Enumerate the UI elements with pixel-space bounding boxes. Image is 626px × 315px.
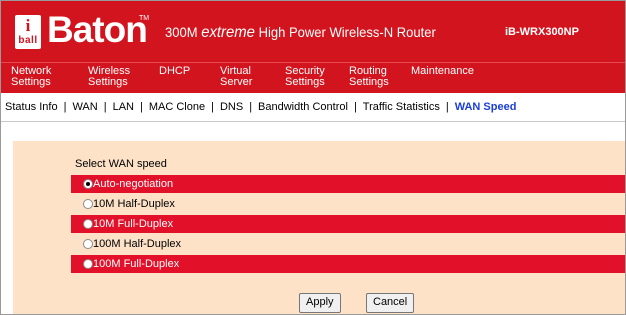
main-navigation: Network Settings Wireless Settings DHCP … bbox=[1, 62, 625, 93]
subnav-status-info[interactable]: Status Info bbox=[5, 101, 58, 113]
option-100m-half-duplex[interactable]: 100M Half-Duplex bbox=[71, 235, 625, 253]
tagline-prefix: 300M bbox=[165, 24, 202, 40]
router-admin-window: i ball Baton TM 300M extreme High Power … bbox=[0, 0, 626, 315]
nav-label-line1: Maintenance bbox=[411, 65, 474, 77]
option-label: 100M Half-Duplex bbox=[93, 238, 182, 250]
radio-10m-half-duplex[interactable] bbox=[83, 199, 93, 209]
subnav-wan-speed[interactable]: WAN Speed bbox=[455, 101, 517, 113]
option-10m-full-duplex[interactable]: 10M Full-Duplex bbox=[71, 215, 625, 233]
nav-wireless-settings[interactable]: Wireless Settings bbox=[88, 66, 130, 88]
subnav-wan[interactable]: WAN bbox=[72, 101, 97, 113]
subnav-separator: | bbox=[249, 101, 253, 113]
nav-label-line2: Settings bbox=[11, 76, 51, 88]
header-banner: i ball Baton TM 300M extreme High Power … bbox=[1, 1, 625, 62]
sub-navigation-links: Status Info | WAN | LAN | MAC Clone | DNS | Bandwi… bbox=[5, 101, 516, 113]
radio-auto-negotiation[interactable] bbox=[83, 179, 93, 189]
product-tagline: 300M extreme High Power Wireless-N Route… bbox=[165, 24, 436, 42]
subnav-separator: | bbox=[139, 101, 143, 113]
nav-routing-settings[interactable]: Routing Settings bbox=[349, 66, 389, 88]
model-number: iB-WRX300NP bbox=[505, 26, 579, 38]
subnav-bandwidth-control[interactable]: Bandwidth Control bbox=[258, 101, 348, 113]
subnav-lan[interactable]: LAN bbox=[113, 101, 134, 113]
option-label: 10M Full-Duplex bbox=[93, 218, 174, 230]
option-label: 10M Half-Duplex bbox=[93, 198, 175, 210]
option-100m-full-duplex[interactable]: 100M Full-Duplex bbox=[71, 255, 625, 273]
radio-100m-half-duplex[interactable] bbox=[83, 239, 93, 249]
nav-label-line2: Settings bbox=[88, 76, 128, 88]
radio-10m-full-duplex[interactable] bbox=[83, 219, 93, 229]
subnav-separator: | bbox=[353, 101, 357, 113]
subnav-dns[interactable]: DNS bbox=[220, 101, 243, 113]
nav-network-settings[interactable]: Network Settings bbox=[11, 66, 51, 88]
nav-virtual-server[interactable]: Virtual Server bbox=[220, 66, 252, 88]
logo-i-text: i bbox=[25, 16, 31, 35]
select-wan-speed-label: Select WAN speed bbox=[75, 158, 167, 170]
nav-security-settings[interactable]: Security Settings bbox=[285, 66, 325, 88]
brand-name: Baton bbox=[47, 9, 148, 50]
option-auto-negotiation[interactable]: Auto-negotiation bbox=[71, 175, 625, 193]
nav-maintenance[interactable]: Maintenance bbox=[411, 66, 474, 77]
option-label: 100M Full-Duplex bbox=[93, 258, 180, 270]
subnav-separator: | bbox=[103, 101, 107, 113]
subnav-separator: | bbox=[63, 101, 67, 113]
nav-label-line2: Settings bbox=[285, 76, 325, 88]
tagline-suffix: High Power Wireless-N Router bbox=[254, 24, 436, 40]
iball-logo: i ball bbox=[15, 15, 41, 49]
nav-label-line1: DHCP bbox=[159, 65, 191, 77]
radio-100m-full-duplex[interactable] bbox=[83, 259, 93, 269]
cancel-button[interactable]: Cancel bbox=[366, 293, 415, 313]
option-label: Auto-negotiation bbox=[93, 178, 174, 190]
sub-navigation: Status Info | WAN | LAN | MAC Clone | DNS | Bandwi… bbox=[1, 93, 625, 122]
subnav-mac-clone[interactable]: MAC Clone bbox=[149, 101, 205, 113]
nav-label-line2: Settings bbox=[349, 76, 389, 88]
subnav-separator: | bbox=[445, 101, 449, 113]
option-10m-half-duplex[interactable]: 10M Half-Duplex bbox=[71, 195, 625, 213]
nav-dhcp[interactable]: DHCP bbox=[159, 66, 190, 77]
subnav-separator: | bbox=[211, 101, 214, 113]
apply-button[interactable]: Apply bbox=[299, 293, 341, 313]
nav-label-line2: Server bbox=[220, 76, 253, 88]
wan-speed-panel: Select WAN speed Auto-negotiation 10M Ha… bbox=[13, 141, 625, 314]
subnav-traffic-statistics[interactable]: Traffic Statistics bbox=[363, 101, 440, 113]
trademark-mark: TM bbox=[139, 15, 150, 22]
tagline-extreme: extreme bbox=[201, 24, 255, 41]
logo-ball-text: ball bbox=[18, 35, 38, 46]
